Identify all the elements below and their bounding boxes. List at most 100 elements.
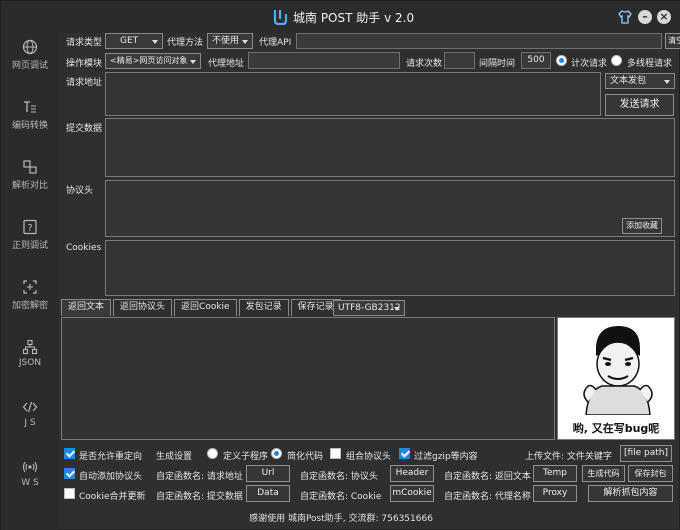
app-logo-icon — [273, 10, 287, 25]
save-packet-button[interactable]: 保存封包 — [628, 465, 673, 482]
url-input[interactable] — [105, 72, 601, 116]
interval-input[interactable]: 500 — [521, 52, 551, 69]
fn-proxy-label: 自定函数名: 代理名称 — [444, 492, 531, 502]
sidebar-item-label: 网页调试 — [11, 61, 48, 71]
fn-return-label: 自定函数名: 返回文本 — [444, 472, 531, 482]
clear-all-button[interactable]: 清空全部 — [665, 33, 680, 49]
tab-return-cookie[interactable]: 返回Cookie — [174, 299, 237, 316]
module-select[interactable]: <精易>网页访问对象 — [105, 53, 201, 69]
window-title: 城南 POST 助手 v 2.0 — [273, 8, 414, 26]
main-panel: 请求类型 GET 代理方法 不使用 代理API 清空全部 操作模块 <精易>网页… — [59, 33, 680, 530]
send-request-button[interactable]: 发送请求 — [605, 94, 674, 116]
footer-text: 感谢使用 城南Post助手, 交流群: 756351666 — [249, 514, 433, 524]
json-icon — [22, 339, 38, 355]
broadcast-icon — [22, 461, 38, 473]
compare-icon — [23, 160, 37, 174]
add-favorite-button[interactable]: 添加收藏 — [622, 218, 662, 234]
parse-capture-button[interactable]: 解析抓包内容 — [588, 485, 673, 502]
proxy-addr-input[interactable] — [248, 52, 400, 69]
auto-headers-checkbox[interactable] — [64, 468, 75, 479]
fn-return-input[interactable]: Temp — [533, 465, 577, 482]
cookies-input[interactable] — [105, 240, 675, 296]
response-text-area[interactable] — [61, 317, 555, 440]
mode-multithread-radio[interactable] — [611, 55, 622, 66]
proxy-api-input[interactable] — [296, 33, 662, 49]
filter-gzip-checkbox[interactable] — [399, 448, 410, 459]
sidebar-item-js[interactable]: J S — [1, 399, 59, 439]
minimize-button[interactable]: – — [638, 10, 652, 24]
request-count-label: 请求次数 — [406, 59, 443, 69]
sidebar-item-encrypt[interactable]: 加密解密 — [1, 279, 59, 319]
encrypt-icon — [23, 280, 37, 294]
tab-return-headers[interactable]: 返回协议头 — [113, 299, 173, 316]
generate-code-button[interactable]: 生成代码 — [582, 465, 625, 482]
request-type-label: 请求类型 — [66, 38, 103, 48]
close-icon: × — [659, 10, 669, 23]
proxy-addr-label: 代理地址 — [208, 59, 245, 69]
mode-timed-radio[interactable] — [556, 55, 567, 66]
postdata-input[interactable] — [105, 118, 675, 177]
text-format-icon — [24, 101, 36, 113]
mode-timed-label: 计次请求 — [571, 59, 608, 69]
fn-cookie-input[interactable]: mCookie — [390, 485, 434, 502]
close-button[interactable]: × — [657, 10, 671, 24]
sidebar-item-json[interactable]: JSON — [1, 339, 59, 379]
cookie-merge-checkbox[interactable] — [64, 488, 75, 499]
mode-multithread-label: 多线程请求 — [627, 59, 673, 69]
sidebar-item-ws[interactable]: W S — [1, 459, 59, 499]
proxy-method-label: 代理方法 — [167, 38, 204, 48]
gen-settings-label: 生成设置 — [156, 452, 193, 462]
app-window: 城南 POST 助手 v 2.0 – × 网页调试 编码转换 解析对比 ? 正则… — [0, 0, 680, 530]
cookies-label: Cookies — [66, 243, 102, 253]
tab-return-text[interactable]: 返回文本 — [61, 299, 112, 316]
request-type-select[interactable]: GET — [105, 33, 163, 49]
custom-sub-radio[interactable] — [207, 448, 218, 459]
sidebar-item-label: J S — [24, 418, 36, 428]
fn-cookie-label: 自定函数名: Cookie — [300, 492, 382, 502]
meme-caption: 哟, 又在写bug呢 — [572, 422, 660, 435]
filter-gzip-label: 过滤gzip等内容 — [414, 452, 478, 462]
postdata-label: 提交数据 — [66, 124, 103, 134]
encoding-select[interactable]: UTF8-GB2312 — [333, 300, 405, 316]
fn-header-input[interactable]: Header — [390, 465, 434, 482]
proxy-method-select[interactable]: 不使用 — [207, 33, 253, 49]
skin-icon[interactable] — [618, 9, 632, 25]
sidebar-item-compare[interactable]: 解析对比 — [1, 159, 59, 199]
fn-proxy-input[interactable]: Proxy — [533, 485, 577, 502]
combine-headers-checkbox[interactable] — [330, 448, 341, 459]
title-bar: 城南 POST 助手 v 2.0 – × — [1, 1, 680, 33]
allow-redirect-label: 是否允许重定向 — [79, 452, 143, 462]
globe-icon — [22, 39, 38, 55]
fn-header-label: 自定函数名: 协议头 — [300, 472, 378, 482]
file-path-button[interactable]: [file path] — [620, 445, 672, 462]
custom-sub-label: 定义子程序 — [223, 452, 269, 462]
window-title-text: 城南 POST 助手 v 2.0 — [293, 10, 415, 25]
proxy-api-label: 代理API — [259, 38, 292, 48]
sidebar: 网页调试 编码转换 解析对比 ? 正则调试 加密解密 JSON J S W S — [1, 33, 59, 530]
sidebar-item-regex[interactable]: ? 正则调试 — [1, 219, 59, 259]
fn-data-label: 自定函数名: 提交数据 — [156, 492, 243, 502]
url-label: 请求地址 — [66, 78, 103, 88]
request-count-input[interactable] — [444, 52, 475, 69]
fn-url-label: 自定函数名: 请求地址 — [156, 472, 243, 482]
simple-code-radio[interactable] — [271, 448, 282, 459]
auto-headers-label: 自动添加协议头 — [79, 472, 143, 482]
tab-send-log[interactable]: 发包记录 — [238, 299, 289, 316]
sidebar-item-web-debug[interactable]: 网页调试 — [1, 39, 59, 79]
sidebar-item-encoding[interactable]: 编码转换 — [1, 99, 59, 139]
upload-file-label: 上传文件: 文件关键字 — [525, 452, 612, 462]
text-send-select[interactable]: 文本发包 — [605, 73, 675, 89]
simple-code-label: 简化代码 — [287, 452, 324, 462]
sidebar-item-label: W S — [21, 478, 39, 488]
sidebar-item-label: 解析对比 — [11, 181, 48, 191]
sidebar-item-label: 加密解密 — [11, 301, 48, 311]
sidebar-item-label: JSON — [18, 358, 42, 368]
allow-redirect-checkbox[interactable] — [64, 448, 75, 459]
combine-headers-label: 组合协议头 — [346, 452, 392, 462]
fn-data-input[interactable]: Data — [246, 485, 290, 502]
svg-text:?: ? — [27, 223, 32, 234]
interval-label: 间隔时间 — [479, 59, 516, 69]
meme-face-icon — [583, 326, 653, 415]
headers-input[interactable] — [105, 180, 675, 237]
fn-url-input[interactable]: Url — [246, 465, 290, 482]
